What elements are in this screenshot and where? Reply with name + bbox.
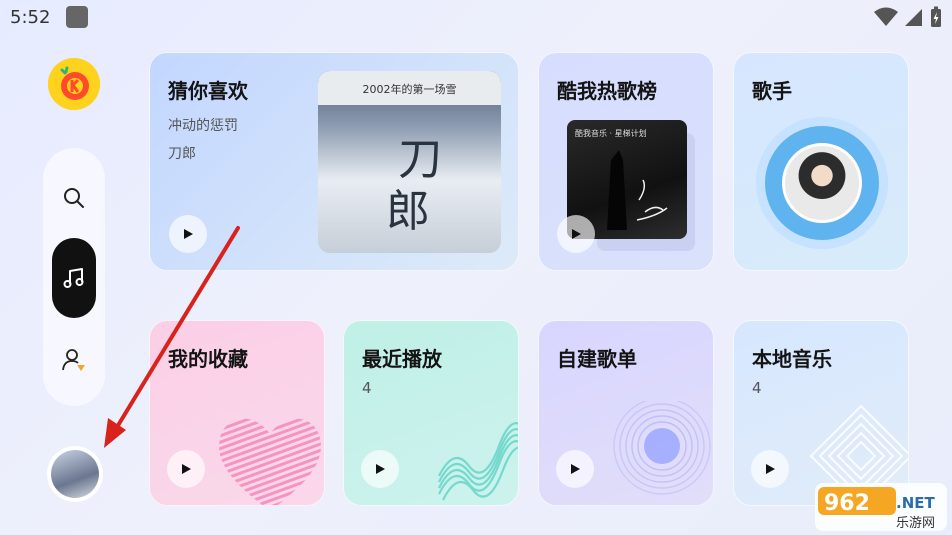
play-icon — [184, 229, 193, 239]
nav-music-button[interactable] — [52, 238, 96, 318]
artist-name: 刀郎 — [168, 146, 196, 162]
play-icon — [571, 464, 580, 474]
wifi-icon — [874, 7, 898, 26]
play-icon — [376, 464, 385, 474]
card-title: 我的收藏 — [168, 347, 248, 371]
album-cover[interactable]: 2002年的第一场雪 刀 郎 — [318, 71, 501, 253]
card-guess-you-like[interactable]: 猜你喜欢 冲动的惩罚 刀郎 2002年的第一场雪 刀 郎 — [149, 52, 519, 271]
play-button[interactable] — [361, 450, 399, 488]
search-icon — [64, 188, 84, 208]
watermark-name: 乐游网 — [896, 516, 935, 531]
card-recently-played[interactable]: 最近播放 4 — [343, 320, 519, 506]
album-cover-char: 郎 — [386, 186, 430, 237]
card-title: 酷我热歌榜 — [557, 79, 657, 103]
album-cover-title: 2002年的第一场雪 — [362, 83, 457, 96]
card-title: 自建歌单 — [557, 347, 637, 371]
wave-icon — [438, 422, 518, 501]
card-singers[interactable]: 歌手 — [733, 52, 909, 271]
heart-icon — [219, 418, 321, 505]
user-icon — [62, 349, 85, 371]
card-my-playlists[interactable]: 自建歌单 — [538, 320, 714, 506]
card-title: 本地音乐 — [752, 347, 832, 371]
k-music-logo-icon[interactable] — [48, 58, 100, 110]
play-button[interactable] — [167, 450, 205, 488]
play-button[interactable] — [169, 215, 207, 253]
ripple-icon — [613, 401, 711, 495]
notification-app-icon — [66, 6, 88, 28]
card-title: 最近播放 — [362, 347, 442, 371]
card-local-music[interactable]: 本地音乐 4 — [733, 320, 909, 506]
play-icon — [572, 229, 581, 239]
music-note-icon — [63, 268, 84, 288]
play-icon — [182, 464, 191, 474]
local-count: 4 — [752, 379, 762, 397]
card-title: 歌手 — [752, 79, 792, 103]
nav-search-button[interactable] — [52, 176, 96, 220]
signal-icon — [905, 9, 922, 26]
play-button[interactable] — [556, 450, 594, 488]
play-icon — [766, 464, 775, 474]
chart-cover-text: 酷我音乐 · 星梯计划 — [575, 129, 647, 138]
avatar-image — [51, 450, 99, 498]
recent-count: 4 — [362, 379, 372, 397]
status-bar: 5:52 — [0, 0, 952, 36]
song-name: 冲动的惩罚 — [168, 118, 238, 134]
play-button[interactable] — [751, 450, 789, 488]
battery-icon — [931, 6, 941, 27]
singer-photo[interactable] — [782, 143, 862, 223]
watermark-logo: 962 .NET 乐游网 — [815, 483, 947, 531]
card-my-favorites[interactable]: 我的收藏 — [149, 320, 325, 506]
avatar[interactable] — [47, 446, 103, 502]
card-kuwo-hot-chart[interactable]: 酷我热歌榜 酷我音乐 · 星梯计划 — [538, 52, 714, 271]
watermark-suffix: .NET — [896, 494, 935, 512]
nav-profile-button[interactable] — [52, 338, 96, 382]
play-button[interactable] — [557, 215, 595, 253]
status-time: 5:52 — [10, 7, 51, 28]
watermark-number: 962 — [824, 491, 870, 516]
card-title: 猜你喜欢 — [168, 79, 248, 103]
